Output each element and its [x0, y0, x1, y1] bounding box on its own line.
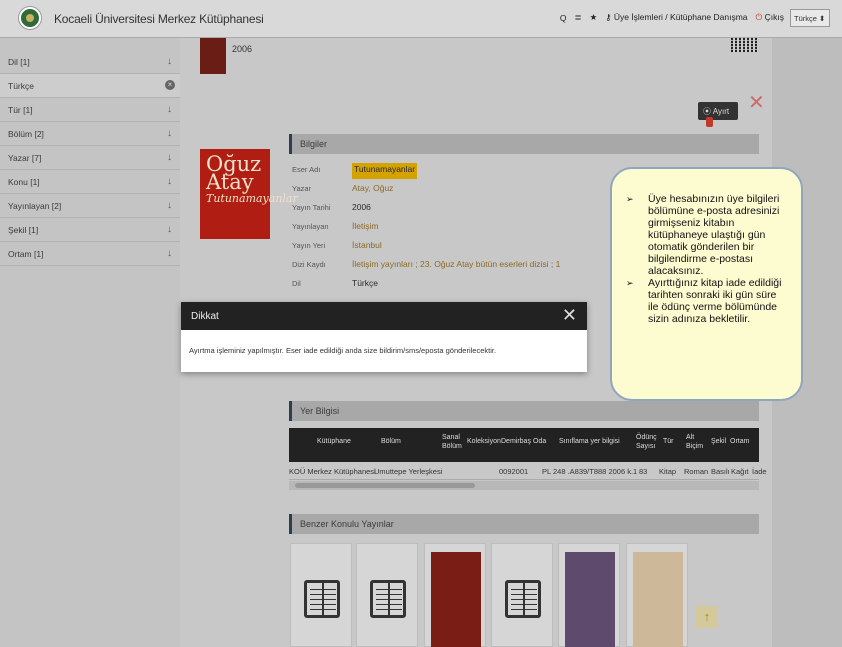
scrollbar-thumb[interactable]	[295, 483, 475, 488]
arrow-down-icon: ↓	[167, 104, 172, 115]
table-row: KOÜ Merkez Kütüphanesi Umuttepe Yerleşke…	[289, 462, 767, 480]
col-header: Alt Biçim	[686, 434, 704, 450]
similar-item[interactable]	[491, 543, 553, 647]
similar-item[interactable]	[424, 543, 486, 647]
col-header: Tür	[663, 438, 674, 445]
col-header: Sanal Bölüm	[442, 434, 462, 450]
logout-link[interactable]: ⏻ Çıkış	[756, 12, 784, 23]
top-toolbar: Q ≣ ★ ⚷ Üye İşlemleri / Kütüphane Danışm…	[560, 12, 784, 23]
info-section-header: Bilgiler	[289, 134, 759, 154]
facet-author[interactable]: Yazar [7] ↓	[0, 146, 180, 170]
book-cover-thumbnail	[431, 552, 481, 647]
count-badge	[706, 117, 713, 127]
close-icon[interactable]: ✕	[562, 305, 577, 326]
col-header: Kütüphane	[317, 438, 351, 445]
list-icon[interactable]: ≣	[574, 12, 581, 23]
arrow-down-icon: ↓	[167, 224, 172, 235]
book-icon	[505, 580, 541, 618]
star-icon[interactable]: ★	[590, 12, 598, 23]
arrow-down-icon: ↓	[167, 248, 172, 259]
col-header: Sınıflama yer bilgisi	[559, 438, 620, 445]
scroll-top-button[interactable]: ↑	[696, 606, 718, 628]
university-logo[interactable]	[19, 7, 41, 29]
book-cover: Oğuz Atay Tutunamayanlar	[200, 149, 298, 239]
language-select[interactable]: Türkçe ⬍	[790, 9, 830, 27]
reserve-button[interactable]: ⦿ Ayırt	[698, 102, 738, 127]
info-callout: Üye hesabınızın üye bilgileri bölümüne e…	[610, 167, 803, 401]
callout-bullet: Ayırttığınız kitap iade edildiği tarihte…	[626, 277, 789, 325]
top-bar: Kocaeli Üniversitesi Merkez Kütüphanesi …	[0, 0, 842, 38]
similar-section-header: Benzer Konulu Yayınlar	[289, 514, 759, 534]
member-services-link[interactable]: ⚷ Üye İşlemleri / Kütüphane Danışma	[605, 12, 747, 23]
dialog-header: Dikkat ✕	[181, 302, 587, 330]
previous-record-thumbnail[interactable]	[200, 38, 226, 74]
book-icon	[370, 580, 406, 618]
col-header: Şekil	[711, 438, 727, 445]
arrow-down-icon: ↓	[167, 56, 172, 67]
similar-item[interactable]	[626, 543, 688, 647]
facet-type[interactable]: Tür [1] ↓	[0, 98, 180, 122]
search-icon[interactable]: Q	[560, 13, 567, 23]
facet-language-selected[interactable]: Türkçe ×	[0, 74, 180, 98]
facet-sidebar: Dil [1] ↓ Türkçe × Tür [1] ↓ Bölüm [2] ↓ Yaz…	[0, 38, 180, 647]
holdings-table-header: Kütüphane Bölüm Sanal Bölüm Koleksiyon D…	[289, 428, 759, 462]
qr-code	[731, 38, 758, 52]
book-cover-thumbnail	[565, 552, 615, 647]
close-icon[interactable]: ✕	[748, 90, 765, 115]
arrow-down-icon: ↓	[167, 152, 172, 163]
dialog-message: Ayırtma işleminiz yapılmıştır. Eser iade…	[189, 346, 497, 355]
facet-shape[interactable]: Şekil [1] ↓	[0, 218, 180, 242]
site-title[interactable]: Kocaeli Üniversitesi Merkez Kütüphanesi	[54, 12, 264, 26]
similar-item[interactable]	[290, 543, 352, 647]
col-header: Ortam	[730, 438, 750, 445]
facet-publisher[interactable]: Yayınlayan [2] ↓	[0, 194, 180, 218]
book-cover-thumbnail	[633, 552, 683, 647]
col-header: Demirbaş	[501, 438, 531, 445]
facet-medium[interactable]: Ortam [1] ↓	[0, 242, 180, 266]
col-header: Ödünç Sayısı	[636, 434, 657, 450]
callout-bullet: Üye hesabınızın üye bilgileri bölümüne e…	[626, 193, 789, 277]
similar-item[interactable]	[356, 543, 418, 647]
notice-dialog: Dikkat ✕ Ayırtma işleminiz yapılmıştır. …	[181, 302, 587, 372]
arrow-down-icon: ↓	[167, 176, 172, 187]
location-section-header: Yer Bilgisi	[289, 401, 759, 421]
similar-item[interactable]	[558, 543, 620, 647]
col-header: Oda	[533, 438, 547, 445]
arrow-down-icon: ↓	[167, 200, 172, 211]
previous-record-year: 2006	[232, 44, 253, 54]
facet-section[interactable]: Bölüm [2] ↓	[0, 122, 180, 146]
table-scrollbar[interactable]	[289, 481, 759, 490]
facet-subject[interactable]: Konu [1] ↓	[0, 170, 180, 194]
book-icon	[304, 580, 340, 618]
dialog-title: Dikkat	[191, 311, 219, 322]
remove-filter-icon[interactable]: ×	[165, 80, 175, 90]
col-header: Bölüm	[381, 438, 401, 445]
arrow-down-icon: ↓	[167, 128, 172, 139]
facet-language[interactable]: Dil [1] ↓	[0, 50, 180, 74]
col-header: Koleksiyon	[467, 438, 501, 445]
